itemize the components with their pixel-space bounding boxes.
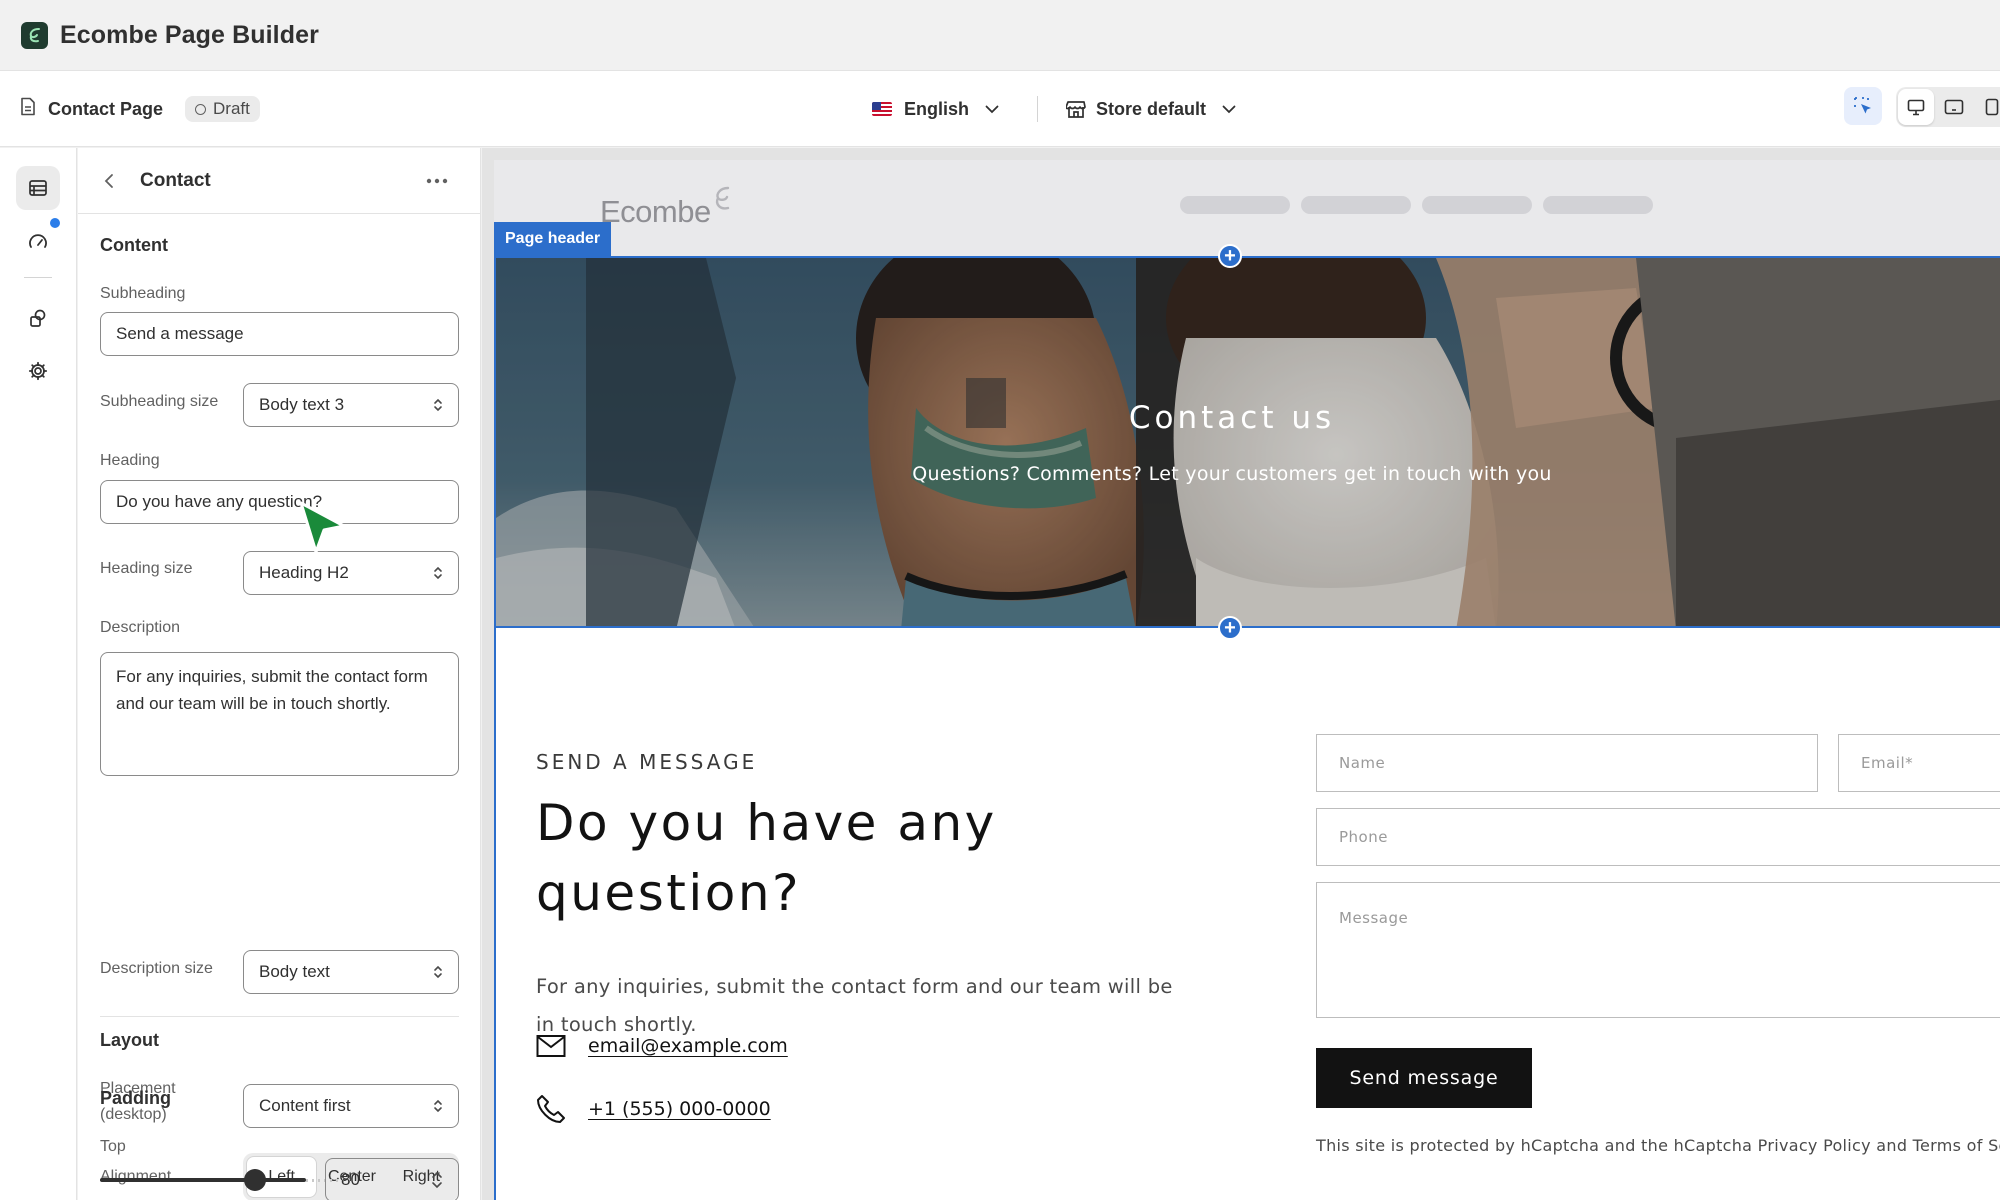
phone-input[interactable]: Phone xyxy=(1316,808,2000,866)
inspector-toggle-group xyxy=(1844,87,1882,125)
sidebar-rail xyxy=(0,148,77,1200)
padding-section: Padding Top 80 xyxy=(78,0,481,1200)
locale-controls: English Store default xyxy=(872,71,1236,147)
preview-canvas: Ecombe Page header Contact us Questions?… xyxy=(482,148,2000,1200)
apps-icon xyxy=(28,308,48,328)
us-flag-icon xyxy=(872,102,892,116)
device-switcher xyxy=(1896,87,2000,127)
page-header-tag[interactable]: Page header xyxy=(494,222,612,256)
store-icon xyxy=(1066,100,1086,119)
toolbar-divider xyxy=(1037,96,1039,122)
gear-icon xyxy=(28,361,48,381)
site-logo-mark-icon xyxy=(715,186,730,210)
notification-dot xyxy=(50,218,60,228)
contact-subheading: SEND A MESSAGE xyxy=(536,750,758,774)
stepper-arrows-icon[interactable] xyxy=(431,1169,443,1191)
chevron-down-icon xyxy=(1222,105,1236,114)
tablet-landscape-icon xyxy=(1944,99,1964,115)
chevron-down-icon xyxy=(985,105,999,114)
mouse-cursor-icon xyxy=(299,501,346,554)
contact-email: email@example.com xyxy=(536,1034,788,1058)
mobile-icon xyxy=(1985,98,1999,116)
contact-phone: +1 (555) 000-0000 xyxy=(536,1094,771,1124)
cursor-select-icon xyxy=(1853,96,1873,116)
nav-placeholder xyxy=(1180,196,1290,214)
plus-icon: + xyxy=(1224,245,1236,267)
phone-link[interactable]: +1 (555) 000-0000 xyxy=(588,1098,771,1120)
captcha-notice: This site is protected by hCaptcha and t… xyxy=(1316,1136,2000,1155)
hero-title: Contact us xyxy=(1128,400,1336,436)
name-input[interactable]: Name xyxy=(1316,734,1818,792)
contact-description: For any inquiries, submit the contact fo… xyxy=(536,975,1173,1036)
site-logo-text: Ecombe xyxy=(600,194,711,229)
sections-icon xyxy=(28,179,48,197)
nav-placeholder xyxy=(1422,196,1532,214)
apps-tab[interactable] xyxy=(16,296,60,340)
settings-tab[interactable] xyxy=(16,349,60,393)
phone-placeholder: Phone xyxy=(1339,828,1388,846)
add-section-button[interactable]: + xyxy=(1218,244,1242,268)
name-placeholder: Name xyxy=(1339,754,1386,772)
message-textarea[interactable]: Message xyxy=(1316,882,2000,1018)
select-element-button[interactable] xyxy=(1844,87,1882,125)
envelope-icon xyxy=(536,1034,566,1058)
nav-placeholder xyxy=(1543,196,1653,214)
contact-heading: Do you have any question? xyxy=(536,794,997,922)
app-logo-icon xyxy=(21,21,48,49)
hero-banner[interactable]: Contact us Questions? Comments? Let your… xyxy=(494,256,2000,628)
site-header[interactable]: Ecombe Page header xyxy=(494,160,2000,256)
padding-top-slider-track[interactable] xyxy=(100,1178,306,1182)
email-link[interactable]: email@example.com xyxy=(588,1035,788,1057)
contact-section[interactable]: SEND A MESSAGE Do you have any question?… xyxy=(494,628,2000,1200)
padding-top-value: 80 xyxy=(341,1170,360,1189)
desktop-icon xyxy=(1907,99,1925,116)
email-input[interactable]: Email* xyxy=(1838,734,2000,792)
hero-photo xyxy=(496,258,2000,626)
store-label: Store default xyxy=(1096,98,1207,119)
nav-placeholder xyxy=(1301,196,1411,214)
padding-section-title: Padding xyxy=(100,1088,171,1108)
tablet-view-button[interactable] xyxy=(1936,89,1972,125)
language-select[interactable]: English xyxy=(872,99,999,120)
message-placeholder: Message xyxy=(1339,909,1409,927)
padding-top-label: Top xyxy=(100,1138,126,1155)
send-message-button[interactable]: Send message xyxy=(1316,1048,1532,1108)
padding-top-input[interactable]: 80 xyxy=(325,1158,459,1200)
phone-icon xyxy=(536,1094,566,1124)
page-preview: Ecombe Page header Contact us Questions?… xyxy=(494,160,2000,1200)
language-label: English xyxy=(904,98,970,119)
email-placeholder: Email* xyxy=(1861,754,1914,772)
mobile-view-button[interactable] xyxy=(1974,89,2000,125)
padding-top-slider-thumb[interactable] xyxy=(244,1169,266,1191)
speedometer-icon xyxy=(28,233,48,251)
rail-divider xyxy=(24,277,52,278)
store-select[interactable]: Store default xyxy=(1066,99,1236,120)
desktop-view-button[interactable] xyxy=(1898,89,1934,125)
page-icon xyxy=(20,97,36,121)
hero-subtitle: Questions? Comments? Let your customers … xyxy=(912,463,1552,485)
sections-tab[interactable] xyxy=(16,166,60,210)
site-logo: Ecombe xyxy=(600,186,730,230)
